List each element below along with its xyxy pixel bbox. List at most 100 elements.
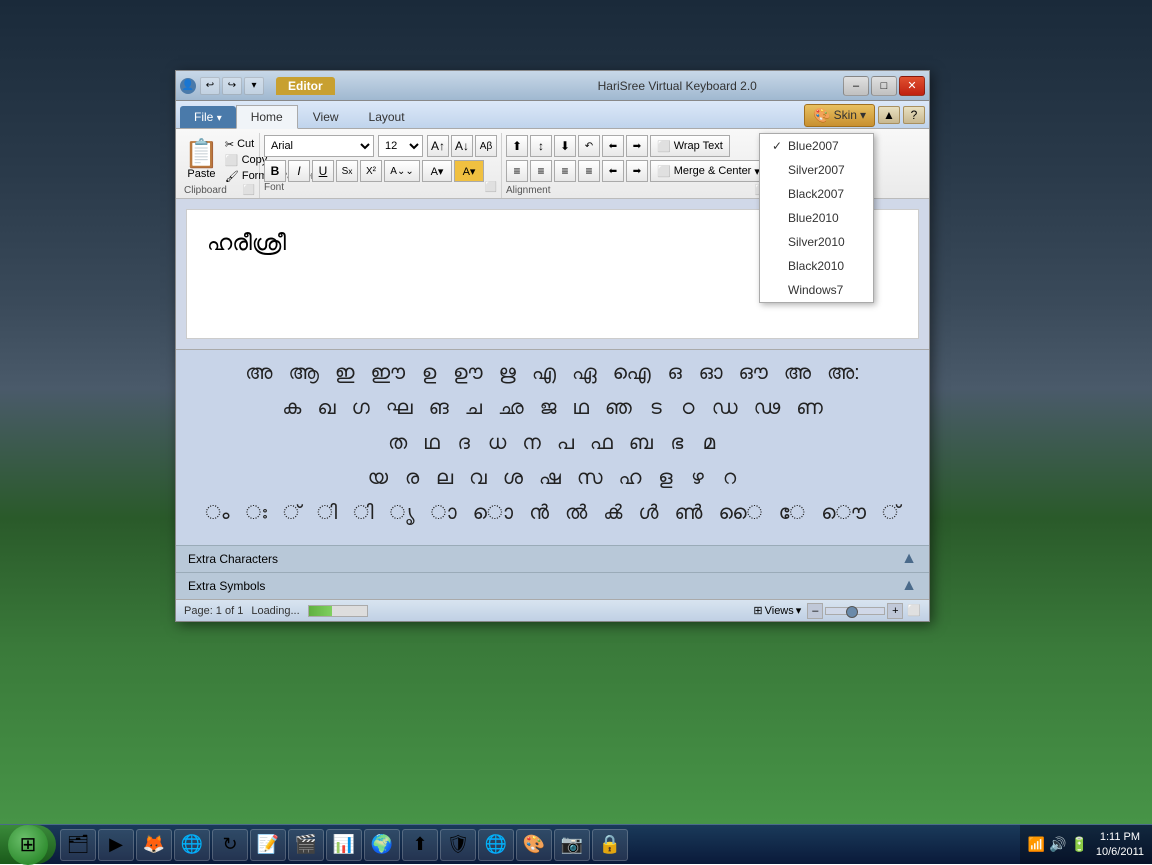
- skin-button[interactable]: 🎨 Skin ▾ ✓ Blue2007 Silver2007: [804, 104, 875, 127]
- taskbar-extra2[interactable]: 🔒: [592, 829, 628, 861]
- taskbar-extra1[interactable]: 📷: [554, 829, 590, 861]
- key-a11[interactable]: ഒ: [663, 360, 687, 387]
- key-b6[interactable]: ച: [461, 395, 486, 422]
- maximize-button[interactable]: □: [871, 76, 897, 96]
- taskbar-firefox[interactable]: 🦊: [136, 829, 172, 861]
- key-b13[interactable]: ഡ: [708, 395, 742, 422]
- undo-button[interactable]: ↩: [200, 77, 220, 95]
- key-d4[interactable]: വ: [465, 465, 491, 492]
- font-extra-button[interactable]: Aβ: [475, 135, 497, 157]
- increase-font-button[interactable]: A↑: [427, 135, 449, 157]
- merge-center-button[interactable]: ⬜ Merge & Center ▾: [650, 160, 767, 182]
- zoom-in-button[interactable]: +: [887, 603, 903, 619]
- skin-item-black2007[interactable]: Black2007: [760, 182, 873, 206]
- key-e4[interactable]: ി: [313, 500, 341, 527]
- superscript-button[interactable]: X²: [360, 160, 382, 182]
- key-d10[interactable]: ഴ: [685, 465, 709, 492]
- skin-item-black2010[interactable]: Black2010: [760, 254, 873, 278]
- key-a3[interactable]: ഇ: [331, 360, 359, 387]
- key-a9[interactable]: ഏ: [568, 360, 601, 387]
- close-button[interactable]: ✕: [899, 76, 925, 96]
- key-b10[interactable]: ഞ: [601, 395, 636, 422]
- key-b4[interactable]: ഘ: [382, 395, 417, 422]
- key-d8[interactable]: ഹ: [614, 465, 645, 492]
- key-a10[interactable]: ഐ: [609, 360, 655, 387]
- indent-left-button[interactable]: ⬅: [602, 135, 624, 157]
- view-tab[interactable]: View: [298, 105, 354, 128]
- key-c10[interactable]: മ: [697, 430, 721, 457]
- key-e5[interactable]: ി: [349, 500, 377, 527]
- key-b2[interactable]: ഖ: [313, 395, 339, 422]
- qa-dropdown[interactable]: ▾: [244, 77, 264, 95]
- key-a2[interactable]: ആ: [284, 360, 322, 387]
- key-d2[interactable]: ര: [400, 465, 424, 492]
- key-b7[interactable]: ഛ: [494, 395, 528, 422]
- key-e15[interactable]: േ: [775, 500, 810, 527]
- key-b3[interactable]: ഗ: [348, 395, 374, 422]
- taskbar-clock[interactable]: 1:11 PM 10/6/2011: [1096, 830, 1144, 859]
- taskbar-explorer[interactable]: 🗂: [60, 829, 96, 861]
- key-c3[interactable]: ദ: [452, 430, 476, 457]
- key-a13[interactable]: ഔ: [735, 360, 772, 387]
- key-a14[interactable]: അ: [780, 360, 815, 387]
- font-name-select[interactable]: Arial: [264, 135, 374, 157]
- key-e13[interactable]: ൺ: [670, 500, 706, 527]
- start-button[interactable]: ⊞: [0, 825, 56, 864]
- key-c8[interactable]: ബ: [625, 430, 657, 457]
- key-e17[interactable]: ്‍: [878, 500, 904, 527]
- home-tab[interactable]: Home: [236, 105, 298, 129]
- key-d6[interactable]: ഷ: [535, 465, 565, 492]
- zoom-thumb[interactable]: [846, 606, 858, 618]
- taskbar-chrome[interactable]: 🌐: [174, 829, 210, 861]
- key-c6[interactable]: പ: [553, 430, 578, 457]
- key-e12[interactable]: ൾ: [634, 500, 662, 527]
- key-e16[interactable]: ൌ: [817, 500, 870, 527]
- key-a12[interactable]: ഓ: [695, 360, 727, 387]
- wrap-text-button[interactable]: ⬜ Wrap Text: [650, 135, 730, 157]
- key-e11[interactable]: ൿ: [599, 500, 626, 527]
- editor-tab[interactable]: Editor: [276, 77, 335, 95]
- ribbon-up-button[interactable]: ▲: [878, 106, 900, 124]
- key-d11[interactable]: റ: [717, 465, 741, 492]
- ltr-button[interactable]: ➡: [626, 160, 648, 182]
- key-a8[interactable]: എ: [528, 360, 560, 387]
- key-b1[interactable]: ക: [278, 395, 305, 422]
- key-b11[interactable]: ട: [644, 395, 668, 422]
- key-e7[interactable]: ാ: [427, 500, 461, 527]
- align-right-button[interactable]: ≡: [554, 160, 576, 182]
- text-direction-button[interactable]: ↶: [578, 135, 600, 157]
- decrease-font-button[interactable]: A↓: [451, 135, 473, 157]
- skin-item-blue2010[interactable]: Blue2010: [760, 206, 873, 230]
- key-c7[interactable]: ഫ: [586, 430, 617, 457]
- key-e3[interactable]: ്: [279, 500, 305, 527]
- highlight-button[interactable]: A▾: [454, 160, 484, 182]
- key-d5[interactable]: ശ: [499, 465, 527, 492]
- italic-button[interactable]: I: [288, 160, 310, 182]
- zoom-slider[interactable]: [825, 607, 885, 615]
- zoom-out-button[interactable]: –: [807, 603, 823, 619]
- views-button[interactable]: ⊞ Views ▾: [753, 604, 801, 617]
- key-a5[interactable]: ഉ: [417, 360, 441, 387]
- skin-item-silver2007[interactable]: Silver2007: [760, 158, 873, 182]
- key-e9[interactable]: ൻ: [525, 500, 553, 527]
- key-b8[interactable]: ജ: [536, 395, 561, 422]
- key-a15[interactable]: അ:: [823, 360, 864, 387]
- key-b14[interactable]: ഢ: [750, 395, 785, 422]
- key-e1[interactable]: ം: [201, 500, 233, 527]
- rtl-button[interactable]: ⬅: [602, 160, 624, 182]
- redo-button[interactable]: ↪: [222, 77, 242, 95]
- extra-characters-section[interactable]: Extra Characters ▲: [176, 545, 929, 572]
- taskbar-editor[interactable]: 📝: [250, 829, 286, 861]
- justify-button[interactable]: ≡: [578, 160, 600, 182]
- key-d9[interactable]: ള: [653, 465, 677, 492]
- taskbar-globe2[interactable]: 🌐: [478, 829, 514, 861]
- taskbar-ie[interactable]: 🌍: [364, 829, 400, 861]
- key-c5[interactable]: ന: [518, 430, 545, 457]
- taskbar-office[interactable]: 📊: [326, 829, 362, 861]
- key-d1[interactable]: യ: [364, 465, 392, 492]
- key-a6[interactable]: ഊ: [449, 360, 486, 387]
- font-size-dropdown-button[interactable]: A⌄⌄: [384, 160, 420, 182]
- key-b9[interactable]: ഥ: [568, 395, 592, 422]
- key-d3[interactable]: ല: [432, 465, 457, 492]
- taskbar-media[interactable]: ▶: [98, 829, 134, 861]
